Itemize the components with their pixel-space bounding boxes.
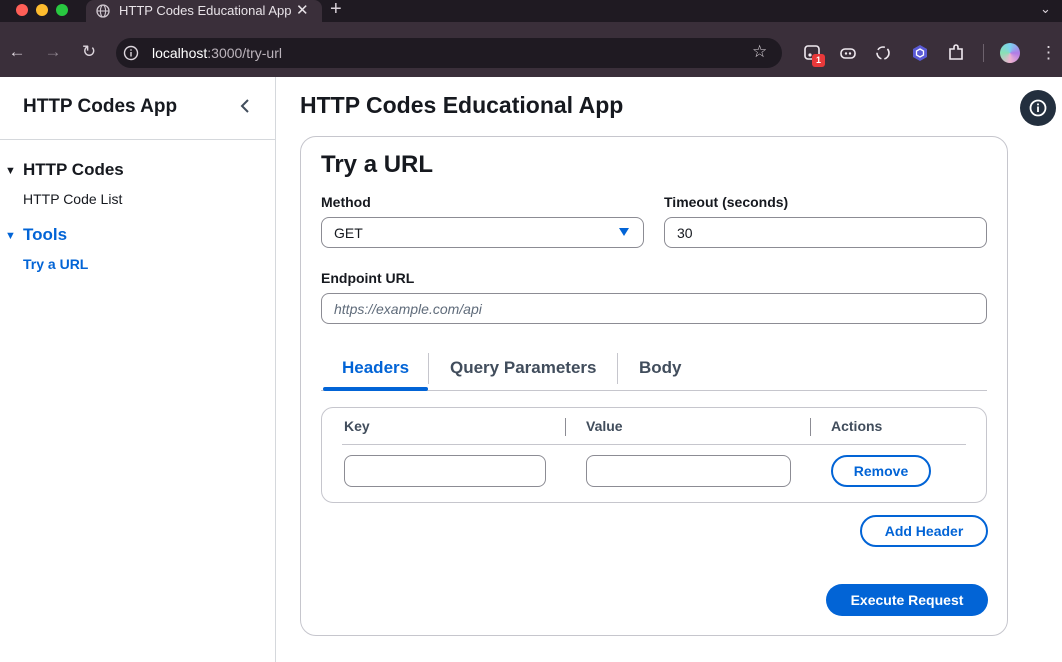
table-header-rule [342, 444, 966, 445]
tab-query-parameters[interactable]: Query Parameters [450, 358, 596, 378]
expanded-triangle-icon: ▼ [5, 229, 16, 242]
column-divider [565, 418, 566, 436]
endpoint-url-input[interactable] [321, 293, 987, 324]
sidebar-section-label: Tools [23, 225, 68, 244]
tab-title: HTTP Codes Educational App [119, 3, 292, 18]
maximize-window-button[interactable] [56, 4, 68, 16]
sync-extension-icon[interactable] [873, 43, 893, 63]
copilot-extension-icon[interactable] [838, 43, 858, 63]
extension-badge: 1 [812, 54, 825, 67]
request-tabs: Headers Query Parameters Body [321, 348, 987, 391]
sidebar-section-http-codes[interactable]: ▼ HTTP Codes [5, 160, 124, 180]
column-header-actions: Actions [831, 418, 883, 434]
method-label: Method [321, 194, 371, 210]
sidebar: HTTP Codes App ▼ HTTP Codes HTTP Code Lis… [0, 77, 276, 662]
info-button[interactable] [1020, 90, 1056, 126]
caret-down-icon [619, 228, 629, 236]
remove-header-button[interactable]: Remove [831, 455, 931, 487]
tab-headers[interactable]: Headers [342, 358, 409, 378]
execute-request-button[interactable]: Execute Request [826, 584, 988, 616]
column-header-value: Value [586, 418, 623, 434]
forward-arrow-icon[interactable]: → [43, 42, 63, 62]
try-url-form-card: Try a URL Method GET Timeout (seconds) E… [300, 136, 1008, 636]
method-select[interactable]: GET [321, 217, 644, 248]
tab-body[interactable]: Body [639, 358, 682, 378]
browser-menu-icon[interactable]: ⋮ [1040, 43, 1057, 63]
page-title: HTTP Codes Educational App [300, 92, 624, 118]
url-path: :3000/try-url [207, 45, 282, 61]
sidebar-item-http-code-list[interactable]: HTTP Code List [23, 191, 122, 207]
url-host: localhost [152, 45, 208, 61]
timeout-input[interactable] [664, 217, 987, 248]
tab-search-chevron-icon[interactable]: ⌄ [1040, 1, 1051, 17]
method-selected-value: GET [334, 225, 363, 241]
tab-divider [617, 353, 618, 384]
header-value-input[interactable] [586, 455, 791, 487]
close-tab-icon[interactable]: ✕ [296, 1, 309, 19]
info-icon [1029, 99, 1047, 117]
close-window-button[interactable] [16, 4, 28, 16]
column-divider [810, 418, 811, 436]
hexagon-extension-icon[interactable] [910, 43, 930, 63]
expanded-triangle-icon: ▼ [5, 164, 16, 177]
address-bar[interactable]: localhost:3000/try-url ☆ [116, 38, 782, 68]
puzzle-extensions-icon[interactable] [946, 43, 966, 63]
sidebar-item-try-a-url[interactable]: Try a URL [23, 256, 88, 272]
active-tab-indicator [323, 387, 428, 391]
sidebar-header: HTTP Codes App [0, 77, 275, 140]
profile-avatar[interactable] [1000, 43, 1020, 63]
add-header-button[interactable]: Add Header [860, 515, 988, 547]
endpoint-label: Endpoint URL [321, 270, 415, 286]
back-arrow-icon[interactable]: ← [7, 42, 27, 62]
minimize-window-button[interactable] [36, 4, 48, 16]
column-header-key: Key [344, 418, 370, 434]
url-text[interactable]: localhost:3000/try-url [152, 45, 282, 61]
browser-toolbar: ← → ↻ localhost:3000/try-url ☆ [0, 22, 1062, 77]
timeout-label: Timeout (seconds) [664, 194, 789, 210]
reload-icon[interactable]: ↻ [79, 42, 99, 62]
toolbar-separator [983, 44, 984, 62]
new-tab-button[interactable]: + [330, 0, 342, 21]
browser-tab[interactable]: HTTP Codes Educational App ✕ [86, 0, 322, 22]
sidebar-section-label: HTTP Codes [23, 160, 124, 179]
header-key-input[interactable] [344, 455, 546, 487]
chevron-left-icon[interactable] [236, 95, 254, 117]
sidebar-title: HTTP Codes App [23, 96, 178, 117]
sidebar-section-tools[interactable]: ▼ Tools [5, 225, 67, 245]
site-info-icon[interactable] [123, 45, 139, 61]
bookmark-star-icon[interactable]: ☆ [752, 42, 767, 62]
form-title: Try a URL [321, 151, 434, 178]
tab-divider [428, 353, 429, 384]
globe-icon [96, 4, 110, 18]
